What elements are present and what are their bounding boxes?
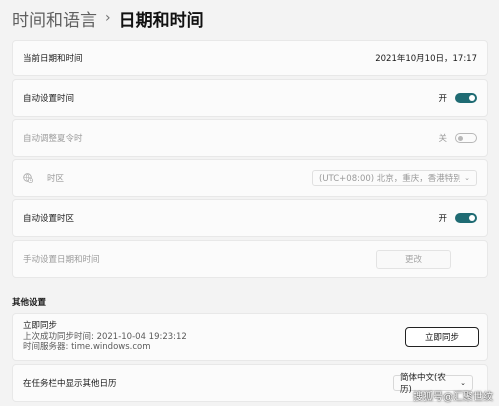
auto-timezone-state: 开 bbox=[438, 214, 447, 224]
current-datetime-card: 当前日期和时间 2021年10月10日，17:17 bbox=[12, 40, 488, 76]
globe-clock-icon bbox=[23, 173, 33, 183]
manual-set-label: 手动设置日期和时间 bbox=[23, 255, 100, 265]
page-title: 日期和时间 bbox=[118, 10, 204, 31]
auto-time-toggle[interactable] bbox=[455, 93, 477, 103]
sync-now-button[interactable]: 立即同步 bbox=[405, 327, 479, 347]
auto-time-card: 自动设置时间 开 bbox=[12, 79, 488, 117]
chevron-down-icon: ⌄ bbox=[460, 379, 466, 387]
other-settings-title: 其他设置 bbox=[12, 298, 47, 308]
auto-timezone-label: 自动设置时区 bbox=[23, 214, 75, 224]
auto-dst-card: 自动调整夏令时 关 bbox=[12, 119, 488, 157]
time-server-text: 时间服务器: time.windows.com bbox=[23, 342, 151, 353]
auto-timezone-card: 自动设置时区 开 bbox=[12, 199, 488, 237]
change-button[interactable]: 更改 bbox=[376, 249, 451, 269]
current-datetime-value: 2021年10月10日，17:17 bbox=[375, 54, 477, 64]
auto-dst-label: 自动调整夏令时 bbox=[23, 134, 83, 144]
timezone-dropdown[interactable]: (UTC+08:00) 北京，重庆，香港特别行政区， ⌄ bbox=[312, 170, 477, 186]
current-datetime-label: 当前日期和时间 bbox=[23, 54, 83, 64]
calendar-label: 在任务栏中显示其他日历 bbox=[23, 379, 117, 389]
breadcrumb: 时间和语言 › 日期和时间 bbox=[12, 6, 204, 31]
auto-time-state: 开 bbox=[438, 94, 447, 104]
timezone-value: (UTC+08:00) 北京，重庆，香港特别行政区， bbox=[319, 174, 461, 184]
auto-dst-state: 关 bbox=[438, 134, 447, 144]
timezone-label: 时区 bbox=[47, 174, 65, 184]
auto-time-label: 自动设置时间 bbox=[23, 94, 75, 104]
sync-card: 立即同步 上次成功同步时间: 2021-10-04 19:23:12 时间服务器… bbox=[12, 313, 488, 361]
manual-set-card: 手动设置日期和时间 更改 bbox=[12, 240, 488, 278]
chevron-right-icon: › bbox=[105, 10, 111, 26]
auto-dst-toggle[interactable] bbox=[455, 133, 477, 143]
breadcrumb-parent[interactable]: 时间和语言 bbox=[12, 6, 97, 31]
chevron-down-icon: ⌄ bbox=[464, 174, 470, 182]
sync-title: 立即同步 bbox=[23, 321, 58, 332]
watermark: 搜狐号@汇聚世纹 bbox=[413, 392, 493, 403]
auto-timezone-toggle[interactable] bbox=[455, 213, 477, 223]
timezone-card: 时区 (UTC+08:00) 北京，重庆，香港特别行政区， ⌄ bbox=[12, 159, 488, 197]
last-sync-text: 上次成功同步时间: 2021-10-04 19:23:12 bbox=[23, 331, 187, 342]
